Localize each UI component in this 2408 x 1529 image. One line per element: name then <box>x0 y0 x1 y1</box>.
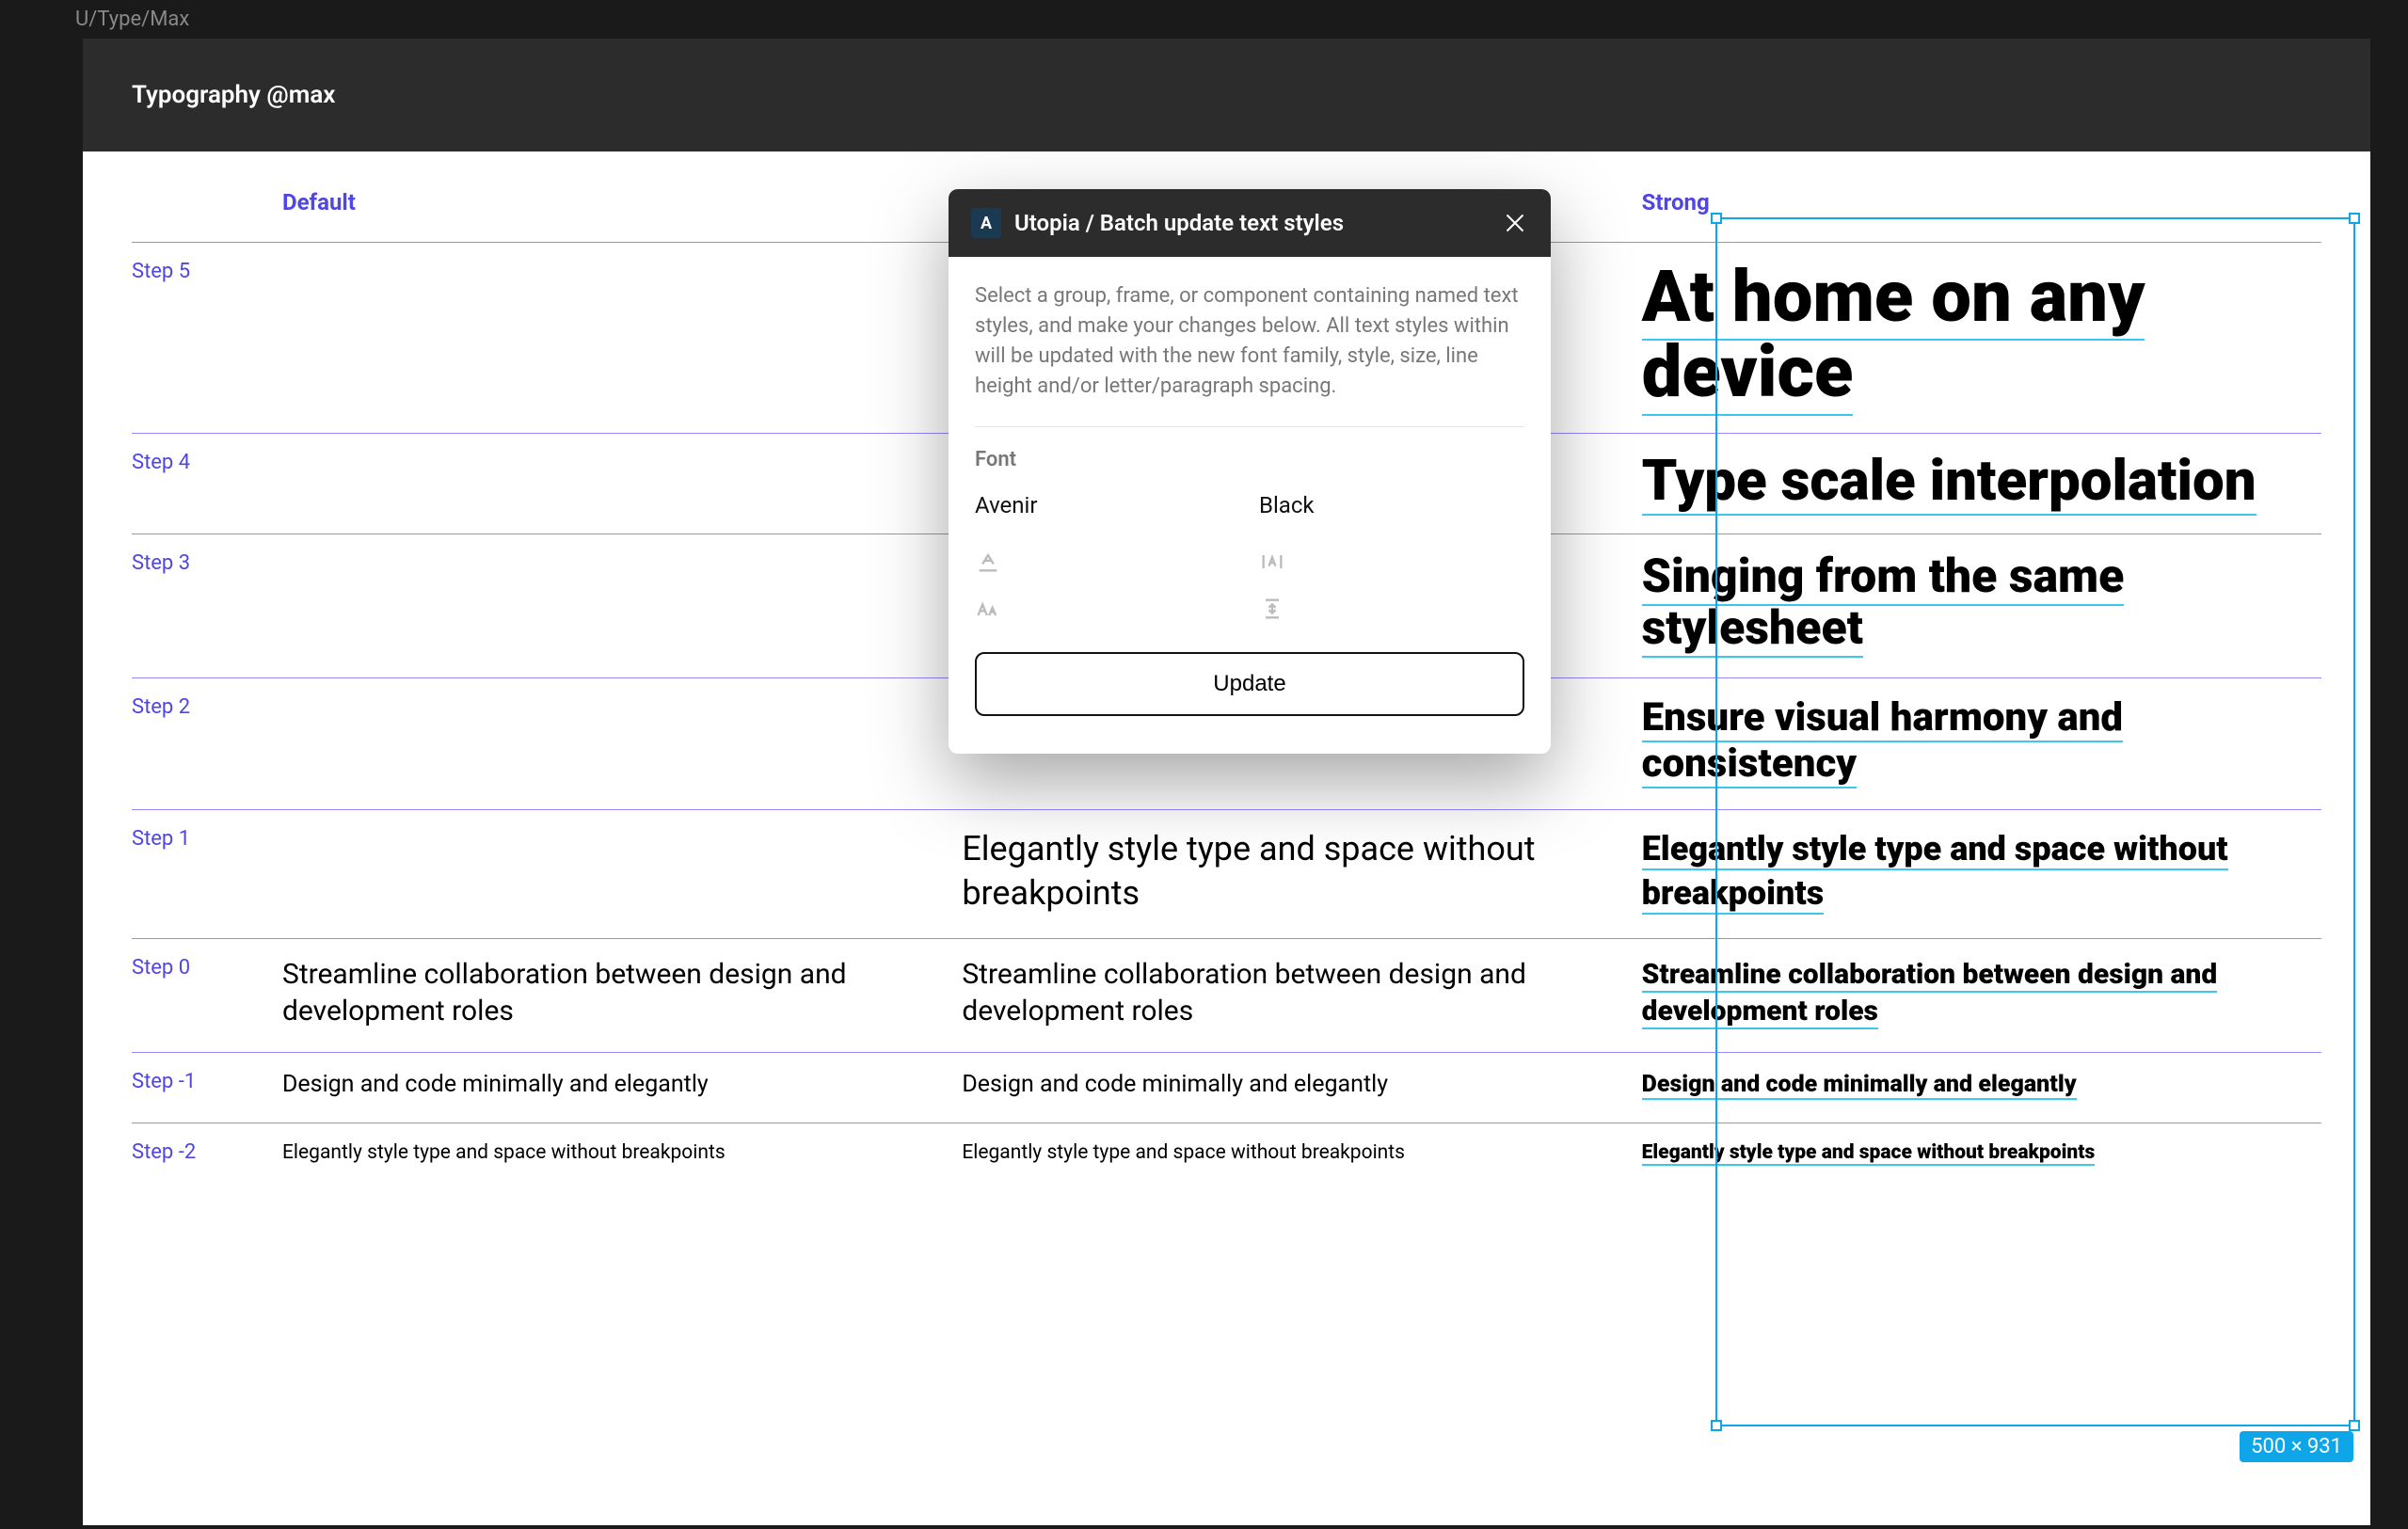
step-label: Step -1 <box>132 1053 282 1123</box>
font-weight-select[interactable]: Black <box>1259 485 1524 526</box>
sample-strong[interactable]: Design and code minimally and elegantly <box>1642 1053 2321 1123</box>
sample-default[interactable] <box>282 243 962 433</box>
breadcrumb[interactable]: U/Type/Max <box>0 0 2408 39</box>
sample-prose[interactable]: Elegantly style type and space without b… <box>962 810 1641 938</box>
sample-strong[interactable]: Streamline collaboration between design … <box>1642 939 2321 1052</box>
close-icon[interactable] <box>1502 210 1528 236</box>
plugin-icon: A <box>971 208 1001 238</box>
line-height-icon[interactable] <box>975 545 1005 575</box>
sample-prose[interactable]: Streamline collaboration between design … <box>962 939 1641 1052</box>
sample-default[interactable] <box>282 810 962 938</box>
batch-update-dialog: A Utopia / Batch update text styles Sele… <box>949 189 1551 754</box>
step-label: Step 5 <box>132 243 282 433</box>
canvas-area[interactable]: Default Prose Strong Step 5 At home on a… <box>83 151 2370 1525</box>
font-section-label: Font <box>975 448 1524 471</box>
step-label: Step -2 <box>132 1123 282 1188</box>
sample-strong[interactable]: Elegantly style type and space without b… <box>1642 810 2321 938</box>
sample-strong[interactable]: Type scale interpolation <box>1642 434 2321 534</box>
sample-default[interactable] <box>282 434 962 534</box>
step-label: Step 0 <box>132 939 282 1052</box>
resize-handle-br[interactable] <box>2349 1420 2360 1431</box>
sample-default[interactable]: Design and code minimally and elegantly <box>282 1053 962 1123</box>
step-label: Step 2 <box>132 678 282 809</box>
col-header-strong: Strong <box>1642 151 2321 242</box>
sample-prose[interactable]: Elegantly style type and space without b… <box>962 1123 1641 1188</box>
font-size-icon[interactable] <box>975 592 1005 622</box>
sample-default[interactable] <box>282 678 962 809</box>
dialog-body: Select a group, frame, or component cont… <box>949 257 1551 754</box>
sample-strong[interactable]: Elegantly style type and space without b… <box>1642 1123 2321 1188</box>
paragraph-spacing-icon[interactable] <box>1259 592 1289 622</box>
sample-strong[interactable]: Singing from the same stylesheet <box>1642 534 2321 677</box>
dialog-header[interactable]: A Utopia / Batch update text styles <box>949 189 1551 257</box>
frame-header: Typography @max <box>83 39 2370 151</box>
frame-title: Typography @max <box>132 81 335 109</box>
sample-strong[interactable]: At home on any device <box>1642 243 2321 433</box>
step-label: Step 1 <box>132 810 282 938</box>
sample-strong[interactable]: Ensure visual harmony and consistency <box>1642 678 2321 809</box>
font-family-select[interactable]: Avenir <box>975 485 1240 526</box>
sample-default[interactable]: Elegantly style type and space without b… <box>282 1123 962 1188</box>
resize-handle-bl[interactable] <box>1711 1420 1722 1431</box>
step-label: Step 3 <box>132 534 282 677</box>
selection-dimensions-badge: 500 × 931 <box>2240 1431 2353 1462</box>
letter-spacing-icon[interactable] <box>1259 545 1289 575</box>
sample-prose[interactable]: Design and code minimally and elegantly <box>962 1053 1641 1123</box>
sample-default[interactable]: Streamline collaboration between design … <box>282 939 962 1052</box>
dialog-title: Utopia / Batch update text styles <box>1014 210 1489 236</box>
dialog-description: Select a group, frame, or component cont… <box>975 281 1524 427</box>
sample-default[interactable] <box>282 534 962 677</box>
col-header-default: Default <box>282 151 962 242</box>
step-label: Step 4 <box>132 434 282 534</box>
update-button[interactable]: Update <box>975 652 1524 716</box>
